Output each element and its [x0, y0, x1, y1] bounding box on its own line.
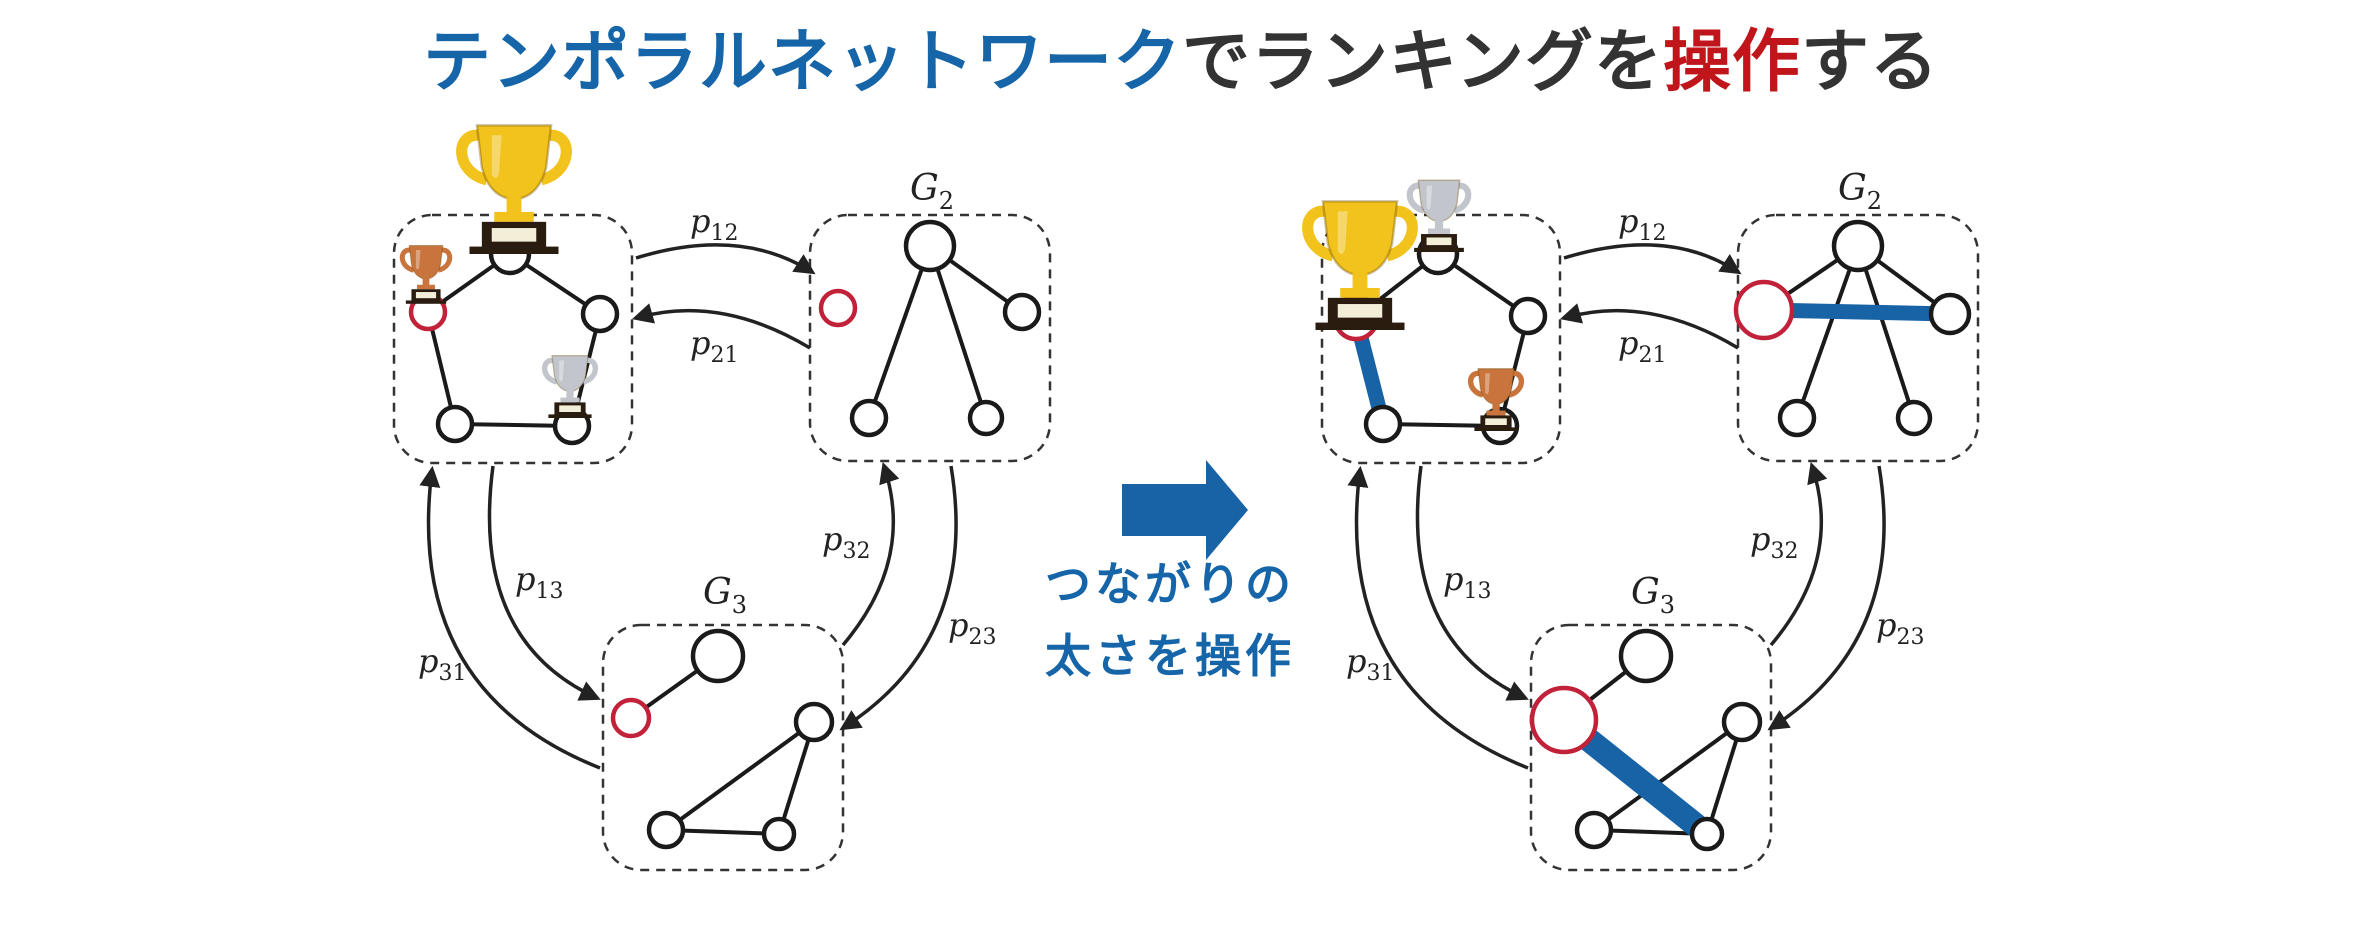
- label-p13-after: p13: [1443, 560, 1491, 604]
- label-g2-after: G2: [1838, 168, 1882, 215]
- label-p23: p23: [948, 606, 996, 650]
- g2-nodes: [818, 219, 1042, 438]
- label-p21-after: p21: [1618, 324, 1666, 368]
- g1-node-right: [580, 294, 620, 334]
- label-p23-after: p23: [1876, 606, 1924, 650]
- g1-nodes: [408, 232, 620, 446]
- edge-p31-arrow: [419, 465, 601, 770]
- label-p31: p31: [418, 642, 466, 686]
- g3-node-right: [793, 701, 835, 743]
- caption-line-1: つながりの: [1045, 557, 1295, 611]
- label-p32-after: p32: [1750, 520, 1798, 564]
- g2-nodes-after: [1733, 219, 1972, 438]
- g2-node-bottom-left: [849, 398, 889, 438]
- temporal-network-diagram: p12 p21 p13 p31 p32 p23 G2 G3 p12 p21 p1…: [392, 0, 1980, 872]
- right-arrow-icon: [1122, 460, 1248, 560]
- g3-node-left: [610, 697, 652, 739]
- g2-node-right: [1002, 292, 1042, 332]
- label-p21: p21: [690, 324, 738, 368]
- right-network-panel: p12 p21 p13 p31 p32 p23 G2 G3: [1308, 168, 1980, 872]
- gold-trophy-icon: [462, 125, 567, 254]
- label-p32: p32: [822, 520, 870, 564]
- edge-p12-arrow: [635, 243, 816, 275]
- g3-node-top: [690, 628, 746, 684]
- label-p12-after: p12: [1618, 202, 1666, 246]
- edge-p23-arrow: [839, 465, 958, 731]
- g3-nodes: [610, 628, 835, 852]
- label-g3-after: G3: [1631, 572, 1675, 619]
- label-g2: G2: [910, 168, 954, 215]
- g3-node-bottom-left: [646, 810, 686, 850]
- g1-node-bottom-left: [435, 404, 475, 444]
- g2-node-top: [903, 219, 957, 273]
- g2-node-left: [818, 288, 858, 328]
- bronze-trophy-icon: [402, 246, 449, 304]
- g2-node-bottom-right: [967, 399, 1005, 437]
- label-g3: G3: [703, 572, 747, 619]
- label-p12: p12: [690, 202, 738, 246]
- manipulation-caption: つながりの 太さを操作: [1040, 548, 1300, 692]
- label-p13: p13: [515, 560, 563, 604]
- g3-node-bottom-right: [761, 816, 797, 852]
- caption-line-2: 太さを操作: [1045, 629, 1295, 683]
- left-network-panel: p12 p21 p13 p31 p32 p23 G2 G3: [392, 125, 1052, 872]
- g3-nodes-after: [1529, 628, 1763, 852]
- gold-trophy-icon: [1308, 201, 1413, 330]
- label-p31-after: p31: [1346, 642, 1394, 686]
